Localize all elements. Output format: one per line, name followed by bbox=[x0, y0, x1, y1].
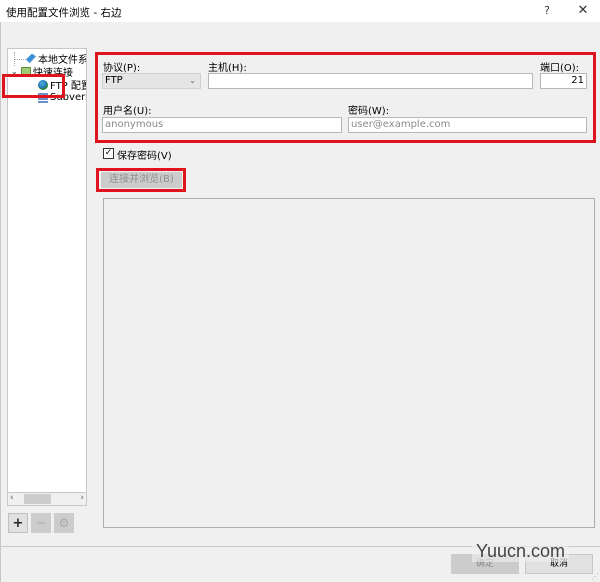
add-profile-button[interactable]: + bbox=[8, 513, 28, 533]
password-label: 密码(W): bbox=[348, 106, 390, 117]
window-title: 使用配置文件浏览 - 右边 bbox=[6, 7, 122, 19]
port-label: 端口(O): bbox=[540, 63, 580, 74]
subversion-icon bbox=[38, 92, 48, 103]
browse-content-area bbox=[103, 198, 595, 528]
username-label: 用户名(U): bbox=[103, 106, 152, 117]
tree-connector bbox=[14, 59, 26, 60]
profile-settings-button[interactable]: ⚙ bbox=[54, 513, 74, 533]
ftp-globe-icon bbox=[38, 79, 48, 90]
resize-grip-icon[interactable]: ⋰ bbox=[591, 572, 599, 581]
window-border bbox=[0, 22, 1, 582]
tree-horizontal-scrollbar[interactable]: ‹ › bbox=[7, 492, 87, 506]
profile-tree[interactable]: 本地文件系 ⌄ 快速连接 FTP 配置 Subversi bbox=[7, 48, 87, 506]
remove-profile-button[interactable]: − bbox=[31, 513, 51, 533]
username-input[interactable]: anonymous bbox=[102, 117, 342, 133]
help-icon[interactable]: ? bbox=[540, 4, 554, 18]
protocol-value: FTP bbox=[105, 75, 123, 86]
chevron-down-icon: ⌄ bbox=[189, 76, 196, 85]
password-input[interactable]: user@example.com bbox=[348, 117, 587, 133]
watermark: Yuucn.com bbox=[472, 541, 570, 562]
protocol-select[interactable]: FTP ⌄ bbox=[102, 73, 201, 89]
save-password-checkbox[interactable]: ✓ bbox=[103, 148, 114, 159]
protocol-label: 协议(P): bbox=[103, 63, 141, 74]
save-password-label[interactable]: 保存密码(V) bbox=[117, 147, 172, 162]
port-input[interactable]: 21 bbox=[540, 73, 587, 89]
local-drive-icon bbox=[26, 53, 36, 64]
title-bar: 使用配置文件浏览 - 右边 ? ✕ bbox=[0, 0, 600, 22]
tree-item-label: Subversi bbox=[50, 92, 86, 103]
scrollbar-thumb[interactable] bbox=[24, 494, 51, 504]
scroll-left-icon[interactable]: ‹ bbox=[10, 493, 14, 503]
tree-item-subversion[interactable]: Subversi bbox=[38, 91, 86, 104]
host-input[interactable] bbox=[208, 73, 533, 89]
scroll-right-icon[interactable]: › bbox=[80, 493, 84, 503]
tree-item-ftp-config[interactable]: FTP 配置 bbox=[38, 78, 87, 92]
connect-browse-button[interactable]: 连接并浏览(B) bbox=[101, 172, 182, 188]
quick-connect-icon bbox=[21, 66, 31, 77]
chevron-down-icon[interactable]: ⌄ bbox=[11, 67, 19, 76]
close-icon[interactable]: ✕ bbox=[576, 3, 590, 18]
tree-item-label: FTP 配置 bbox=[50, 81, 87, 92]
host-label: 主机(H): bbox=[208, 63, 247, 74]
